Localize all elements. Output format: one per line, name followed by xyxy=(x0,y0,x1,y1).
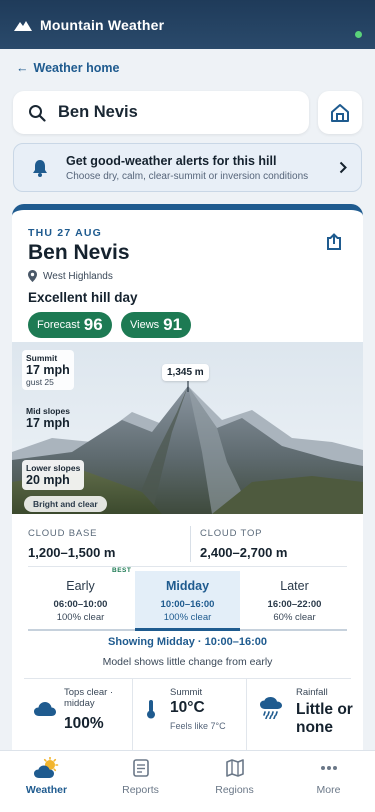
slot-early[interactable]: BEST Early 06:00–10:00 100% clear xyxy=(28,567,133,629)
slot-name: Early xyxy=(66,579,95,593)
nav-label: Weather xyxy=(25,784,68,796)
alert-subtitle: Choose dry, calm, clear-summit or invers… xyxy=(66,170,309,182)
slot-clear: 100% clear xyxy=(163,612,212,623)
search-value: Ben Nevis xyxy=(58,103,138,121)
rainfall-stat: Rainfall Little or none xyxy=(254,679,353,753)
share-icon[interactable] xyxy=(325,233,343,251)
rain-cloud-icon xyxy=(260,697,282,719)
summit-height-label: 1,345 m xyxy=(162,364,209,381)
arrow-left-icon: ← xyxy=(16,61,29,75)
alerts-banner[interactable]: Get good-weather alerts for this hill Ch… xyxy=(13,143,362,192)
slot-clear: 100% clear xyxy=(56,612,105,623)
nav-regions[interactable]: Regions xyxy=(188,751,281,812)
cloud-top-value: 2,400–2,700 m xyxy=(200,545,288,560)
stat-value: Little or none xyxy=(296,701,353,736)
model-note: Model shows little change from early xyxy=(102,656,273,668)
region-line: West Highlands xyxy=(28,270,113,282)
mid-wind-tag: Mid slopes 17 mph xyxy=(26,406,70,430)
search-icon xyxy=(29,104,46,122)
cloud-top-label: CLOUD TOP xyxy=(200,528,263,539)
score-label: Forecast xyxy=(37,319,80,331)
cloud-icon xyxy=(34,702,56,716)
nav-reports[interactable]: Reports xyxy=(94,751,187,812)
hill-name: Ben Nevis xyxy=(28,241,130,264)
sky-condition-badge: Bright and clear xyxy=(24,496,107,512)
slot-name: Later xyxy=(280,579,309,593)
verdict: Excellent hill day xyxy=(28,290,138,305)
report-icon xyxy=(132,759,149,777)
location-pin-icon xyxy=(28,270,37,282)
more-icon xyxy=(320,766,337,770)
summary-stats: Tops clear · midday 100% Summit 10°C Fee… xyxy=(24,678,353,753)
cloud-base-label: CLOUD BASE xyxy=(28,528,98,539)
time-slot-selector: BEST Early 06:00–10:00 100% clear Midday… xyxy=(28,567,347,629)
views-score-badge: Views 91 xyxy=(121,312,192,338)
slot-midday[interactable]: Midday 10:00–16:00 100% clear xyxy=(135,571,240,629)
nav-label: Reports xyxy=(122,784,159,796)
stat-label: Summit xyxy=(170,687,203,698)
mountain-illustration: 1,345 m Summit 17 mph gust 25 Mid slopes… xyxy=(12,342,363,514)
wind-speed: 20 mph xyxy=(26,473,70,487)
wind-level-label: Lower slopes xyxy=(26,463,81,473)
search-input[interactable]: Ben Nevis xyxy=(13,91,309,134)
wind-speed: 17 mph xyxy=(26,416,70,430)
nav-label: Regions xyxy=(215,784,254,796)
alert-title: Get good-weather alerts for this hill xyxy=(66,153,277,168)
sun-cloud-icon xyxy=(33,757,58,778)
slot-time: 10:00–16:00 xyxy=(160,599,215,610)
back-link-label: Weather home xyxy=(33,61,120,75)
chevron-right-icon xyxy=(339,161,347,174)
stat-label: Rainfall xyxy=(296,687,328,698)
thermometer-icon xyxy=(147,700,155,719)
summit-temp-stat: Summit 10°C Feels like 7°C xyxy=(140,679,248,753)
stat-value: 10°C xyxy=(170,699,205,716)
best-badge: BEST xyxy=(112,567,132,574)
forecast-score-badge: Forecast 96 xyxy=(28,312,112,338)
slot-time: 16:00–22:00 xyxy=(267,599,322,610)
slot-later[interactable]: Later 16:00–22:00 60% clear xyxy=(242,571,347,629)
cloud-levels: CLOUD BASE 1,200–1,500 m CLOUD TOP 2,400… xyxy=(12,526,363,568)
tops-clear-stat: Tops clear · midday 100% xyxy=(30,679,140,753)
app-header: Mountain Weather xyxy=(0,0,375,49)
wind-speed: 17 mph xyxy=(26,363,70,377)
slot-indicator-active xyxy=(135,628,240,631)
stat-label: Tops clear · midday xyxy=(64,687,114,709)
home-button[interactable] xyxy=(318,91,362,134)
nav-label: More xyxy=(316,784,341,796)
score-value: 91 xyxy=(163,315,183,334)
wind-level-label: Mid slopes xyxy=(26,406,70,416)
home-icon xyxy=(331,103,349,122)
feels-like: Feels like 7°C xyxy=(170,721,226,731)
app-title: Mountain Weather xyxy=(40,16,165,33)
mountain-logo-icon xyxy=(14,20,32,31)
forecast-card: THU 27 AUG Ben Nevis West Highlands Exce… xyxy=(12,204,363,764)
region-label: West Highlands xyxy=(43,270,113,282)
bottom-nav: Weather Reports Regions More xyxy=(0,750,375,812)
cloud-base-value: 1,200–1,500 m xyxy=(28,545,116,560)
slot-name: Midday xyxy=(165,579,210,593)
wind-gust: gust 25 xyxy=(26,377,54,387)
divider xyxy=(28,566,347,567)
bell-icon xyxy=(33,159,47,177)
summit-wind-tag: Summit 17 mph gust 25 xyxy=(22,350,74,390)
lower-wind-tag: Lower slopes 20 mph xyxy=(22,460,85,490)
map-icon xyxy=(225,759,244,777)
slot-time: 06:00–10:00 xyxy=(53,599,108,610)
status-dot xyxy=(355,31,362,38)
slot-clear: 60% clear xyxy=(273,612,316,623)
nav-more[interactable]: More xyxy=(282,751,375,812)
forecast-date: THU 27 AUG xyxy=(28,227,103,239)
back-link[interactable]: ← Weather home xyxy=(16,61,119,75)
score-label: Views xyxy=(130,319,160,331)
nav-weather[interactable]: Weather xyxy=(0,751,93,812)
slot-indicator-track xyxy=(28,628,347,631)
wind-level-label: Summit xyxy=(26,353,58,363)
score-value: 96 xyxy=(83,315,103,334)
showing-label: Showing Midday · 10:00–16:00 xyxy=(108,636,267,648)
stat-value: 100% xyxy=(64,715,104,732)
